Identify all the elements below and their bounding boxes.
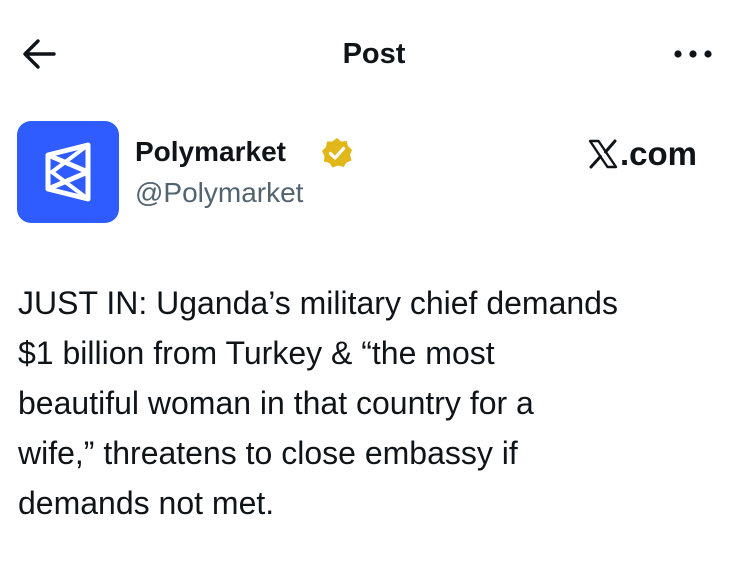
- top-bar: Post: [0, 0, 748, 105]
- polymarket-logo-icon: [45, 142, 91, 202]
- author-name[interactable]: Polymarket: [135, 134, 286, 170]
- watermark-text: .com: [620, 135, 698, 172]
- page-title: Post: [342, 38, 406, 70]
- x-logo-icon: [588, 139, 618, 169]
- more-horizontal-icon: [674, 50, 712, 58]
- author-avatar[interactable]: [17, 121, 119, 223]
- verified-badge-icon: [322, 138, 352, 168]
- post-text: JUST IN: Uganda’s military chief demands…: [18, 285, 618, 521]
- author-handle[interactable]: @Polymarket: [135, 175, 303, 211]
- more-options-button[interactable]: [668, 34, 718, 74]
- x-com-watermark: .com: [588, 134, 697, 174]
